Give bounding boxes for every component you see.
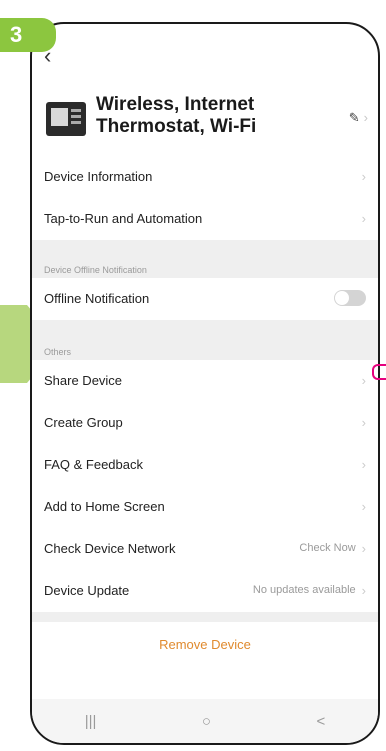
share-device-row[interactable]: Share Device › bbox=[32, 360, 378, 400]
chevron-right-icon: › bbox=[361, 582, 366, 598]
section-title: Device Offline Notification bbox=[44, 265, 147, 275]
row-value: No updates available bbox=[252, 584, 356, 596]
section-offline-header: Device Offline Notification bbox=[32, 240, 378, 278]
step-badge: 3 bbox=[0, 18, 56, 52]
recent-apps-icon[interactable]: ||| bbox=[85, 713, 97, 730]
device-update-row[interactable]: Device Update No updates available › bbox=[32, 570, 378, 610]
row-value: Check Now bbox=[299, 542, 356, 554]
chevron-right-icon: › bbox=[361, 372, 366, 388]
chevron-right-icon: › bbox=[361, 498, 366, 514]
create-group-row[interactable]: Create Group › bbox=[32, 402, 378, 442]
chevron-right-icon: › bbox=[363, 110, 368, 125]
row-label: Device Update bbox=[44, 582, 130, 598]
remove-device-label: Remove Device bbox=[159, 636, 251, 652]
faq-feedback-row[interactable]: FAQ & Feedback › bbox=[32, 444, 378, 484]
row-label: Share Device bbox=[44, 372, 123, 388]
chevron-right-icon: › bbox=[361, 414, 366, 430]
device-header[interactable]: Wireless, Internet Thermostat, Wi-Fi ✎ › bbox=[32, 84, 378, 154]
nav-back-icon[interactable]: < bbox=[316, 713, 325, 730]
system-nav-bar: ||| ○ < bbox=[32, 699, 378, 743]
device-name: Wireless, Internet Thermostat, Wi-Fi bbox=[96, 94, 257, 137]
highlight-marker-icon bbox=[372, 364, 386, 380]
tap-to-run-row[interactable]: Tap-to-Run and Automation › bbox=[32, 198, 378, 238]
row-label: Add to Home Screen bbox=[44, 498, 165, 514]
section-others-header: Others bbox=[32, 320, 378, 360]
section-title: Others bbox=[44, 347, 72, 357]
chevron-right-icon: › bbox=[361, 210, 366, 226]
add-to-home-screen-row[interactable]: Add to Home Screen › bbox=[32, 486, 378, 526]
thermostat-icon bbox=[46, 102, 86, 136]
row-label: Offline Notification bbox=[44, 290, 150, 306]
row-label: Device Information bbox=[44, 168, 153, 184]
remove-device-button[interactable]: Remove Device bbox=[32, 622, 378, 666]
device-information-row[interactable]: Device Information › bbox=[32, 156, 378, 196]
chevron-right-icon: › bbox=[361, 168, 366, 184]
chevron-right-icon: › bbox=[361, 456, 366, 472]
edit-icon[interactable]: ✎ › bbox=[349, 110, 368, 126]
offline-notification-row[interactable]: Offline Notification bbox=[32, 278, 378, 318]
check-device-network-row[interactable]: Check Device Network Check Now › bbox=[32, 528, 378, 568]
phone-frame: ‹ Wireless, Internet Thermostat, Wi-Fi ✎… bbox=[30, 22, 380, 745]
row-label: Check Device Network bbox=[44, 540, 176, 556]
row-label: Tap-to-Run and Automation bbox=[44, 210, 203, 226]
section-divider bbox=[32, 612, 378, 622]
offline-notification-toggle[interactable] bbox=[334, 290, 366, 306]
row-label: Create Group bbox=[44, 414, 123, 430]
chevron-right-icon: › bbox=[361, 540, 366, 556]
row-label: FAQ & Feedback bbox=[44, 456, 143, 472]
home-icon[interactable]: ○ bbox=[202, 713, 211, 730]
